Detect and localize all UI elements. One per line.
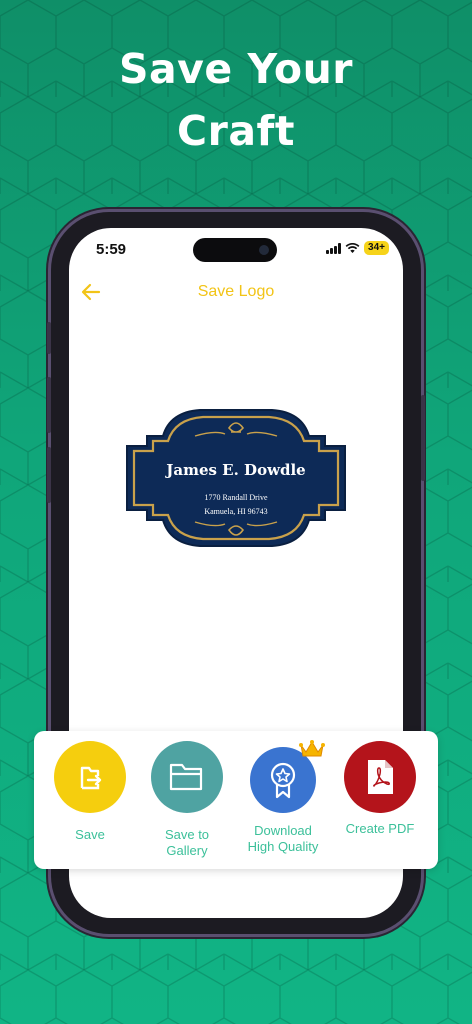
status-time: 5:59: [96, 241, 127, 258]
signal-icon: [326, 242, 342, 254]
download-high-quality-label: Download High Quality: [247, 823, 319, 854]
folder-icon: [169, 763, 203, 791]
power-button: [421, 395, 425, 481]
save-options-sheet: Save Save to Gallery Download High Quali…: [34, 731, 438, 869]
volume-down-button: [47, 447, 51, 503]
crown-icon: [299, 740, 325, 757]
save-icon: [80, 766, 102, 790]
save-circle: [54, 741, 126, 813]
headline-line-2: Craft: [177, 107, 295, 155]
create-pdf-label: Create PDF: [345, 821, 415, 836]
badge-icon: [270, 762, 296, 799]
dynamic-island: [193, 238, 277, 262]
pdf-circle: [344, 741, 416, 813]
logo-name: James E. Dowdle: [164, 461, 305, 479]
save-button[interactable]: Save: [44, 741, 136, 843]
volume-up-button: [47, 377, 51, 433]
logo-address-line-1: 1770 Randall Drive: [204, 493, 268, 502]
create-pdf-button[interactable]: Create PDF: [334, 741, 426, 837]
save-label: Save: [75, 827, 105, 842]
logo-preview: James E. Dowdle 1770 Randall Drive Kamue…: [126, 409, 346, 547]
download-high-quality-button[interactable]: Download High Quality: [237, 740, 329, 855]
camera-icon: [259, 245, 269, 255]
page-title: Save Logo: [197, 283, 275, 300]
save-to-gallery-button[interactable]: Save to Gallery: [141, 741, 233, 859]
pdf-icon: [368, 760, 393, 794]
save-to-gallery-label: Save to Gallery: [164, 827, 210, 858]
action-button: [47, 322, 51, 354]
status-icons: 34+: [326, 241, 389, 255]
headline: Save Your Craft: [0, 38, 472, 162]
wifi-icon: [345, 242, 360, 253]
gallery-circle: [151, 741, 223, 813]
battery-indicator: 34+: [364, 241, 389, 255]
headline-line-1: Save Your: [118, 45, 353, 93]
logo-address-line-2: Kamuela, HI 96743: [204, 507, 267, 516]
